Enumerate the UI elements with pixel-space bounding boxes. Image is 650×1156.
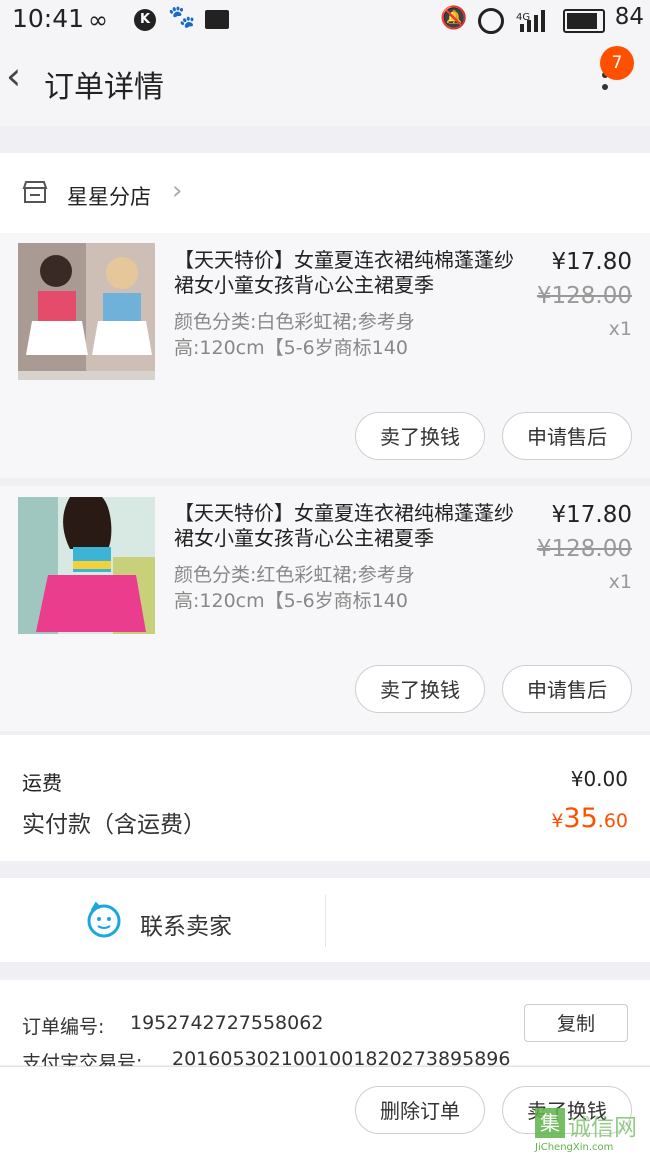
payment-summary xyxy=(0,735,650,861)
product-price: ¥17.80 xyxy=(551,502,632,528)
shipping-value: ¥0.00 xyxy=(570,767,628,791)
product-title[interactable]: 【天天特价】女童夏连衣裙纯棉蓬蓬纱裙女小童女孩背心公主裙夏季 xyxy=(174,501,524,551)
order-number-label: 订单编号: xyxy=(22,1016,105,1038)
original-price: ¥128.00 xyxy=(536,283,632,309)
product-image[interactable] xyxy=(18,243,155,380)
paw-icon: 🐾 xyxy=(168,5,196,30)
watermark-logo: 集 xyxy=(535,1108,565,1138)
order-number: 1952742727558062 xyxy=(130,1012,324,1034)
sell-button[interactable]: 卖了换钱 xyxy=(355,412,485,460)
contact-seller-icon[interactable] xyxy=(86,902,122,938)
paid-label: 实付款（含运费） xyxy=(22,812,206,838)
watermark-text: 诚信网 xyxy=(568,1115,637,1141)
alarm-icon xyxy=(478,8,504,34)
signal-icon xyxy=(520,10,545,32)
shop-icon xyxy=(22,181,48,203)
watermark: 集 诚信网 JiChengXin.com xyxy=(535,1108,645,1153)
shop-name[interactable]: 星星分店 xyxy=(67,181,151,211)
product-price: ¥17.80 xyxy=(551,249,632,275)
battery-icon xyxy=(563,9,605,33)
notification-badge: 7 xyxy=(600,46,634,80)
shipping-label: 运费 xyxy=(22,771,62,795)
chevron-right-icon: › xyxy=(172,176,183,206)
quantity: x1 xyxy=(608,318,632,340)
original-price: ¥128.00 xyxy=(536,536,632,562)
status-time: 10:41 xyxy=(12,4,85,33)
battery-level: 84 xyxy=(614,4,644,30)
product-sku: 颜色分类:白色彩虹裙;参考身高:120cm【5-6岁商标140 xyxy=(174,311,415,359)
product-sku: 颜色分类:红色彩虹裙;参考身高:120cm【5-6岁商标140 xyxy=(174,564,415,612)
product-title[interactable]: 【天天特价】女童夏连衣裙纯棉蓬蓬纱裙女小童女孩背心公主裙夏季 xyxy=(174,248,524,298)
paid-currency: ¥ xyxy=(551,810,564,832)
divider xyxy=(325,895,326,947)
after-sale-button[interactable]: 申请售后 xyxy=(502,665,632,713)
back-arrow-icon[interactable]: ‹ xyxy=(6,54,21,98)
after-sale-button[interactable]: 申请售后 xyxy=(502,412,632,460)
infinity-icon: ∞ xyxy=(88,6,108,34)
contact-seller-button[interactable]: 联系卖家 xyxy=(140,907,232,941)
quantity: x1 xyxy=(608,571,632,593)
paid-integer: 35 xyxy=(563,803,598,834)
paid-amount: ¥35.60 xyxy=(551,803,628,834)
watermark-url: JiChengXin.com xyxy=(535,1142,614,1153)
page-title: 订单详情 xyxy=(44,70,164,105)
mute-bell-icon: 🔕 xyxy=(440,6,468,31)
sell-button[interactable]: 卖了换钱 xyxy=(355,665,485,713)
copy-button[interactable]: 复制 xyxy=(524,1004,628,1042)
image-icon xyxy=(205,10,229,29)
paid-decimal: .60 xyxy=(597,810,628,832)
delete-order-button[interactable]: 删除订单 xyxy=(355,1086,485,1134)
product-image[interactable] xyxy=(18,497,155,634)
k-app-icon: K xyxy=(134,9,156,31)
